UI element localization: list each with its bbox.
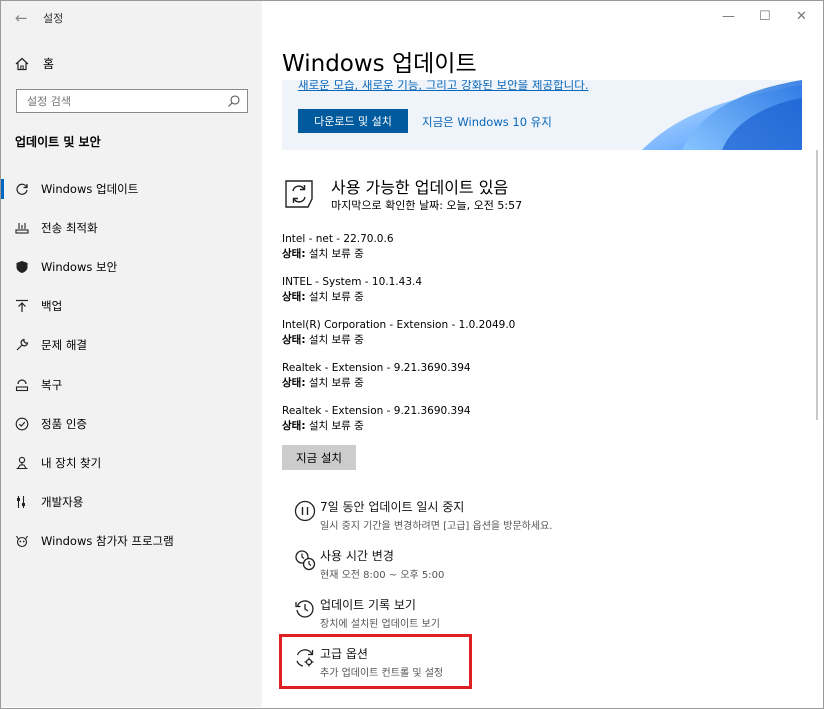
sidebar-item-label: 개발자용: [41, 495, 84, 510]
check-circle-icon: [15, 417, 29, 431]
update-name: Realtek - Extension - 9.21.3690.394: [282, 405, 471, 417]
option-title: 업데이트 기록 보기: [320, 598, 416, 612]
settings-search[interactable]: [16, 89, 248, 113]
active-hours-icon: [295, 550, 316, 571]
sidebar-item-troubleshoot[interactable]: 문제 해결: [1, 326, 262, 365]
update-status: 상태: 설치 보류 중: [282, 247, 515, 262]
option-subtitle: 장치에 설치된 업데이트 보기: [320, 619, 440, 630]
sidebar-item-find-my-device[interactable]: 내 장치 찾기: [1, 443, 262, 482]
section-title: 업데이트 및 보안: [15, 135, 101, 149]
home-icon: [15, 57, 29, 70]
status-label: 상태:: [282, 377, 306, 389]
history-icon: [295, 600, 314, 618]
shield-icon: [16, 260, 28, 273]
update-status-title: 사용 가능한 업데이트 있음: [331, 178, 509, 197]
active-hours-option[interactable]: 사용 시간 변경 현재 오전 8:00 ~ 오후 5:00: [290, 547, 444, 581]
wrench-icon: [16, 339, 29, 351]
sidebar-item-label: 문제 해결: [41, 338, 87, 353]
delivery-optimization-icon: [15, 222, 29, 234]
list-item: INTEL - System - 10.1.43.4 상태: 설치 보류 중: [282, 275, 515, 318]
title-bar: ← 설정: [15, 9, 63, 27]
recovery-icon: [15, 378, 29, 391]
update-history-option[interactable]: 업데이트 기록 보기 장치에 설치된 업데이트 보기: [290, 596, 440, 630]
update-name: INTEL - System - 10.1.43.4: [282, 276, 423, 288]
sidebar-item-label: Windows 업데이트: [41, 181, 139, 196]
sidebar-item-activation[interactable]: 정품 인증: [1, 404, 262, 443]
pause-updates-option[interactable]: 7일 동안 업데이트 일시 중지 일시 중지 기간을 변경하려면 [고급] 옵션…: [290, 498, 552, 532]
status-value: 설치 보류 중: [305, 377, 364, 389]
update-name: Intel(R) Corporation - Extension - 1.0.2…: [282, 319, 516, 331]
update-name: Intel - net - 22.70.0.6: [282, 233, 394, 245]
sidebar-item-recovery[interactable]: 복구: [1, 365, 262, 404]
status-label: 상태:: [282, 291, 306, 303]
pending-updates-list: Intel - net - 22.70.0.6 상태: 설치 보류 중 INTE…: [282, 232, 515, 447]
update-status: 상태: 설치 보류 중: [282, 290, 515, 305]
close-button[interactable]: ✕: [796, 9, 807, 24]
sidebar-item-label: 정품 인증: [41, 416, 87, 431]
option-subtitle: 현재 오전 8:00 ~ 오후 5:00: [320, 570, 445, 581]
list-item: Realtek - Extension - 9.21.3690.394 상태: …: [282, 361, 515, 404]
sidebar-item-label: 전송 최적화: [41, 220, 98, 235]
sidebar-item-label: 백업: [41, 299, 63, 314]
sidebar-nav: Windows 업데이트 전송 최적화 Windows 보안 백업 문제 해결 …: [1, 169, 262, 561]
status-value: 설치 보류 중: [305, 420, 364, 432]
advanced-options-highlight-box: [279, 634, 472, 689]
status-label: 상태:: [282, 334, 306, 346]
status-label: 상태:: [282, 248, 306, 260]
last-checked-text: 마지막으로 확인한 날짜: 오늘, 오전 5:57: [331, 199, 523, 212]
sidebar-item-backup[interactable]: 백업: [1, 287, 262, 326]
option-title: 사용 시간 변경: [320, 549, 394, 563]
option-title: 7일 동안 업데이트 일시 중지: [320, 500, 465, 514]
search-input[interactable]: [25, 94, 229, 109]
windows11-banner: 새로운 모습, 새로운 기능, 그리고 강화된 보안을 제공합니다. 다운로드 …: [282, 80, 802, 150]
find-device-icon: [16, 456, 28, 469]
insider-icon: [16, 535, 28, 548]
install-now-button[interactable]: 지금 설치: [282, 445, 356, 470]
sidebar-item-label: Windows 보안: [41, 259, 118, 274]
back-arrow-icon[interactable]: ←: [15, 9, 43, 27]
sidebar: ← 설정 홈 업데이트 및 보안 Windows 업데이트 전송 최적화 Win…: [1, 1, 262, 707]
sidebar-item-label: 복구: [41, 377, 63, 392]
home-nav-item[interactable]: 홈: [15, 55, 54, 72]
sidebar-item-label: 내 장치 찾기: [41, 455, 102, 470]
sidebar-item-for-developers[interactable]: 개발자용: [1, 483, 262, 522]
update-status: 상태: 설치 보류 중: [282, 376, 515, 391]
sidebar-item-label: Windows 참가자 프로그램: [41, 534, 174, 549]
maximize-button[interactable]: ☐: [759, 9, 771, 24]
status-label: 상태:: [282, 420, 306, 432]
update-available-icon: [285, 180, 313, 208]
banner-description-link[interactable]: 새로운 모습, 새로운 기능, 그리고 강화된 보안을 제공합니다.: [298, 80, 588, 93]
option-subtitle: 일시 중지 기간을 변경하려면 [고급] 옵션을 방문하세요.: [320, 521, 553, 532]
page-title: Windows 업데이트: [282, 51, 477, 77]
scrollbar[interactable]: [816, 150, 818, 420]
status-value: 설치 보류 중: [305, 334, 364, 346]
update-status: 상태: 설치 보류 중: [282, 419, 515, 434]
pause-icon: [294, 500, 316, 522]
list-item: Intel(R) Corporation - Extension - 1.0.2…: [282, 318, 515, 361]
update-name: Realtek - Extension - 9.21.3690.394: [282, 362, 471, 374]
download-and-install-button[interactable]: 다운로드 및 설치: [298, 109, 408, 133]
stay-on-windows10-link[interactable]: 지금은 Windows 10 유지: [422, 114, 552, 130]
list-item: Realtek - Extension - 9.21.3690.394 상태: …: [282, 404, 515, 447]
window-title: 설정: [43, 12, 64, 25]
windows-bloom-image: [642, 80, 802, 150]
backup-arrow-icon: [16, 300, 28, 313]
status-value: 설치 보류 중: [305, 248, 364, 260]
update-status: 상태: 설치 보류 중: [282, 333, 515, 348]
status-value: 설치 보류 중: [305, 291, 364, 303]
sidebar-item-delivery-optimization[interactable]: 전송 최적화: [1, 208, 262, 247]
minimize-button[interactable]: —: [722, 9, 735, 24]
developer-sliders-icon: [17, 496, 25, 509]
home-label: 홈: [43, 57, 55, 71]
search-icon[interactable]: [227, 94, 241, 108]
sidebar-item-windows-insider[interactable]: Windows 참가자 프로그램: [1, 522, 262, 561]
sidebar-item-windows-update[interactable]: Windows 업데이트: [1, 169, 262, 208]
sidebar-item-windows-security[interactable]: Windows 보안: [1, 247, 262, 286]
list-item: Intel - net - 22.70.0.6 상태: 설치 보류 중: [282, 232, 515, 275]
refresh-icon: [16, 183, 28, 195]
